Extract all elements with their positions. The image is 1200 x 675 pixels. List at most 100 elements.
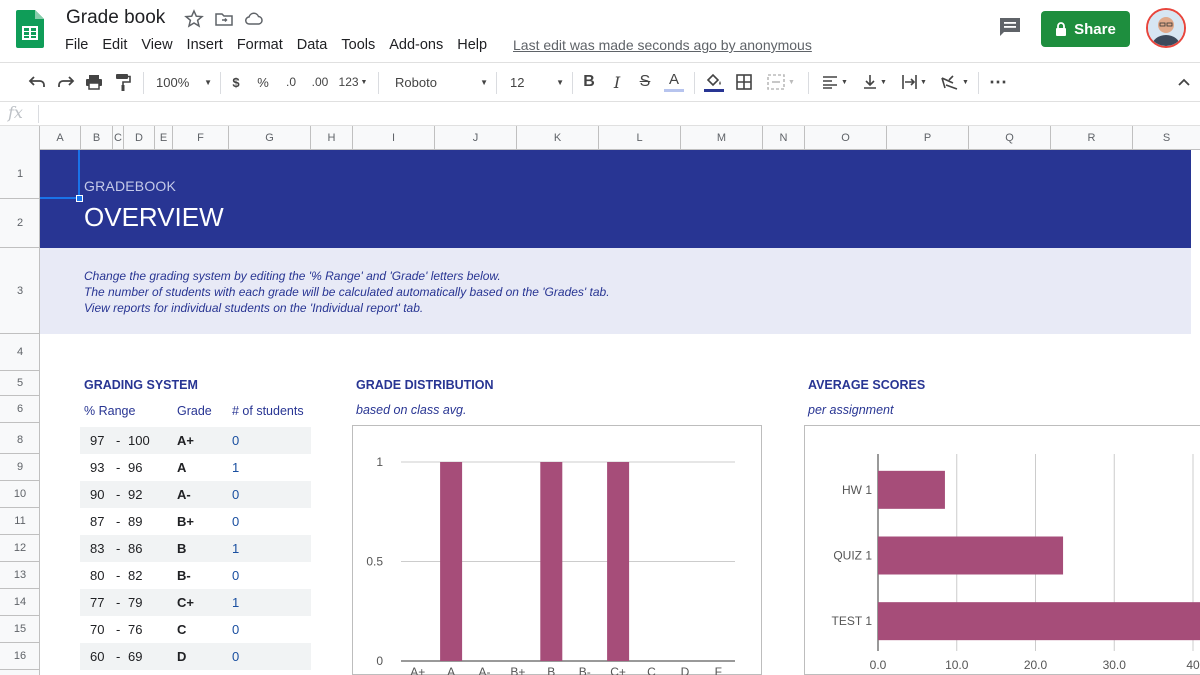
document-title[interactable]: Grade book: [66, 7, 165, 29]
redo-icon[interactable]: [55, 71, 77, 93]
row-header[interactable]: 1: [0, 150, 40, 199]
column-header[interactable]: H: [311, 126, 353, 150]
vertical-align-icon[interactable]: ▼: [858, 71, 892, 93]
bar: [878, 470, 945, 509]
text-rotation-icon[interactable]: ▼: [938, 71, 972, 93]
menu-insert[interactable]: Insert: [180, 36, 230, 56]
print-icon[interactable]: [83, 71, 105, 93]
column-header[interactable]: N: [763, 126, 805, 150]
row-header[interactable]: 11: [0, 508, 40, 535]
table-row[interactable]: 70 - 76 C 0: [80, 616, 311, 643]
column-header[interactable]: E: [155, 126, 173, 150]
row-header[interactable]: 14: [0, 589, 40, 616]
font-size-select[interactable]: 12 ▼: [504, 71, 564, 93]
row-header[interactable]: 10: [0, 481, 40, 508]
column-header[interactable]: L: [599, 126, 681, 150]
percent-format-button[interactable]: %: [253, 71, 273, 93]
decrease-decimal-button[interactable]: .0: [280, 71, 302, 93]
menu-tools[interactable]: Tools: [334, 36, 382, 56]
collapse-menus-icon[interactable]: [1172, 71, 1196, 93]
menu-data[interactable]: Data: [290, 36, 335, 56]
horizontal-align-icon[interactable]: ▼: [818, 71, 852, 93]
selected-cell-outline: [40, 150, 80, 199]
range-min: 93: [90, 460, 105, 475]
menu-addons[interactable]: Add-ons: [382, 36, 450, 56]
row-header[interactable]: 3: [0, 248, 40, 334]
strikethrough-icon[interactable]: S: [634, 71, 656, 93]
bold-icon[interactable]: B: [578, 71, 600, 93]
share-button[interactable]: Share: [1041, 11, 1130, 47]
more-formats-button[interactable]: 123 ▼: [336, 71, 370, 93]
column-header[interactable]: A: [40, 126, 81, 150]
row-header[interactable]: 13: [0, 562, 40, 589]
column-header[interactable]: I: [353, 126, 435, 150]
row-header[interactable]: 9: [0, 454, 40, 481]
row-header[interactable]: 4: [0, 334, 40, 371]
sheets-logo-icon[interactable]: [16, 10, 44, 48]
toolbar-divider: [143, 72, 144, 94]
row-header[interactable]: 5: [0, 371, 40, 396]
cloud-status-icon[interactable]: [244, 9, 264, 29]
borders-icon[interactable]: [733, 71, 755, 93]
table-row[interactable]: 83 - 86 B 1: [80, 535, 311, 562]
table-row[interactable]: 60 - 69 D 0: [80, 643, 311, 670]
menu-format[interactable]: Format: [230, 36, 290, 56]
table-row[interactable]: 93 - 96 A 1: [80, 454, 311, 481]
column-header[interactable]: J: [435, 126, 517, 150]
star-icon[interactable]: [184, 9, 204, 29]
paint-format-icon[interactable]: [112, 71, 134, 93]
menu-help[interactable]: Help: [450, 36, 494, 56]
column-header[interactable]: M: [681, 126, 763, 150]
more-options-icon[interactable]: ⋯: [986, 71, 1010, 93]
row-header[interactable]: 8: [0, 427, 40, 454]
currency-format-button[interactable]: $: [226, 71, 246, 93]
text-wrap-icon[interactable]: ▼: [897, 71, 931, 93]
comment-history-icon[interactable]: [998, 16, 1022, 38]
last-edit-link[interactable]: Last edit was made seconds ago by anonym…: [513, 37, 812, 53]
column-header[interactable]: O: [805, 126, 887, 150]
font-family-select[interactable]: Roboto ▼: [390, 71, 488, 93]
table-row[interactable]: 97 - 100 A+ 0: [80, 427, 311, 454]
table-row[interactable]: 90 - 92 A- 0: [80, 481, 311, 508]
column-header[interactable]: D: [124, 126, 155, 150]
column-header[interactable]: K: [517, 126, 599, 150]
increase-decimal-button[interactable]: .00: [308, 71, 332, 93]
menu-edit[interactable]: Edit: [95, 36, 134, 56]
text-color-icon[interactable]: A: [662, 71, 686, 93]
fill-handle[interactable]: [76, 195, 83, 202]
fill-color-icon[interactable]: [702, 71, 726, 93]
column-header[interactable]: R: [1051, 126, 1133, 150]
formula-bar[interactable]: fx: [0, 102, 1200, 126]
bar: [440, 462, 463, 661]
x-tick-label: D: [681, 665, 690, 675]
menu-file[interactable]: File: [58, 36, 95, 56]
move-folder-icon[interactable]: [214, 9, 234, 29]
column-header[interactable]: P: [887, 126, 969, 150]
select-all-corner[interactable]: [0, 126, 40, 150]
row-header[interactable]: 6: [0, 396, 40, 423]
table-row[interactable]: 87 - 89 B+ 0: [80, 508, 311, 535]
column-header[interactable]: C: [113, 126, 124, 150]
student-count: 0: [232, 622, 240, 637]
merge-cells-icon[interactable]: ▼: [763, 71, 799, 93]
avatar[interactable]: [1146, 8, 1186, 48]
zoom-select[interactable]: 100% ▼: [152, 71, 212, 93]
table-row[interactable]: 80 - 82 B- 0: [80, 562, 311, 589]
column-header[interactable]: F: [173, 126, 229, 150]
average-scores-chart[interactable]: 0.0 10.0 20.0 30.0 40 HW 1 QUIZ 1 TEST 1: [804, 425, 1200, 675]
row-header[interactable]: 12: [0, 535, 40, 562]
row-header[interactable]: 2: [0, 199, 40, 248]
menu-view[interactable]: View: [134, 36, 179, 56]
undo-icon[interactable]: [26, 71, 48, 93]
grade-distribution-chart[interactable]: 0 0.5 1 A+ A A- B+ B B- C+ C D F: [352, 425, 762, 675]
column-header[interactable]: S: [1133, 126, 1200, 150]
table-row[interactable]: 77 - 79 C+ 1: [80, 589, 311, 616]
bar: [878, 536, 1064, 575]
column-header[interactable]: Q: [969, 126, 1051, 150]
italic-icon[interactable]: I: [606, 71, 628, 93]
column-header[interactable]: B: [81, 126, 113, 150]
x-tick-label: B-: [579, 665, 591, 675]
row-header[interactable]: 15: [0, 616, 40, 643]
row-header[interactable]: 16: [0, 643, 40, 670]
column-header[interactable]: G: [229, 126, 311, 150]
